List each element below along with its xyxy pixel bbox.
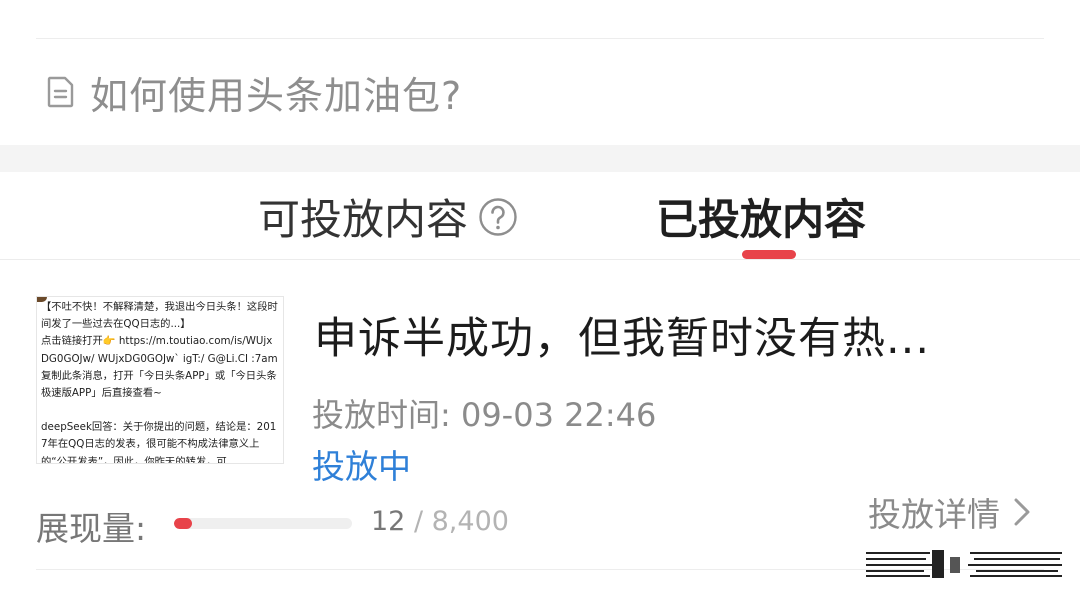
impressions-count: 12 / 8,400 xyxy=(371,506,509,537)
content-card[interactable]: 【不吐不快！不解释清楚，我退出今日头条！这段时间发了一些过去在QQ日志的...】… xyxy=(0,260,1080,595)
impressions-separator: / xyxy=(405,506,432,537)
details-label: 投放详情 xyxy=(868,495,1000,534)
help-text: 如何使用头条加油包? xyxy=(90,73,463,118)
help-link[interactable]: 如何使用头条加油包? xyxy=(36,62,462,122)
question-circle-icon[interactable] xyxy=(478,197,518,237)
tab-label: 已投放内容 xyxy=(656,195,867,244)
impressions-progress-fill xyxy=(174,518,192,529)
tab-delivered-content[interactable]: 已投放内容 xyxy=(656,186,866,247)
delivery-time: 投放时间: 09-03 22:46 xyxy=(312,396,657,434)
thumbnail-line: deepSeek回答：关于你提出的问题，结论是：2017年在QQ日志的发表，很可… xyxy=(41,421,277,464)
watermark-logo-icon xyxy=(866,550,1062,578)
impressions-current: 12 xyxy=(371,506,406,537)
chevron-right-icon xyxy=(1014,498,1030,526)
thumbnail-line xyxy=(41,402,279,419)
delivery-status: 投放中 xyxy=(312,447,411,486)
active-tab-indicator xyxy=(742,250,796,259)
thumbnail-line: 【不吐不快！不解释清楚，我退出今日头条！这段时间发了一些过去在QQ日志的...】 xyxy=(41,301,278,331)
impressions-progress-bar xyxy=(174,518,352,529)
thumbnail-line: 复制此条消息，打开「今日头条APP」或「今日头条极速版APP」后直接查看~ xyxy=(41,369,277,400)
document-icon xyxy=(47,76,74,108)
content-title[interactable]: 申诉半成功，但我暂时没有热... xyxy=(314,304,930,366)
tab-bar: 可投放内容 已投放内容 xyxy=(0,172,1080,260)
section-separator xyxy=(0,145,1080,172)
tab-label: 可投放内容 xyxy=(258,195,469,244)
delivery-details-link[interactable]: 投放详情 xyxy=(868,488,1032,536)
thumbnail-line: 点击链接打开👉 https://m.toutiao.com/is/WUjxDG0… xyxy=(41,335,278,365)
top-divider xyxy=(36,38,1044,39)
impressions-total: 8,400 xyxy=(431,506,509,537)
tab-available-content[interactable]: 可投放内容 xyxy=(258,186,518,247)
content-thumbnail[interactable]: 【不吐不快！不解释清楚，我退出今日头条！这段时间发了一些过去在QQ日志的...】… xyxy=(36,296,284,464)
impressions-label: 展现量: xyxy=(36,509,147,548)
